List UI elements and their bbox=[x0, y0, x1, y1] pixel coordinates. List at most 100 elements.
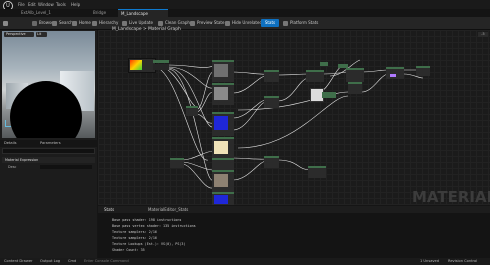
wire bbox=[151, 65, 209, 161]
details-search-input[interactable] bbox=[2, 148, 95, 154]
wire bbox=[361, 69, 389, 73]
breadcrumb-current: Material Graph bbox=[148, 27, 181, 32]
stats-source: MaterialEditor_Stats bbox=[148, 207, 189, 212]
category-header[interactable]: Material Expression bbox=[2, 157, 95, 163]
axis-gizmo-icon bbox=[5, 120, 11, 127]
unsaved-indicator[interactable]: 1 Unsaved bbox=[420, 258, 439, 265]
tab-details[interactable]: Details bbox=[4, 140, 16, 147]
home-button[interactable]: Home bbox=[72, 19, 91, 27]
wire bbox=[277, 159, 311, 171]
stats-line: Base pass shader: 198 instructions bbox=[112, 218, 182, 222]
preview-viewport[interactable] bbox=[2, 31, 95, 138]
menu-file[interactable]: File bbox=[18, 2, 25, 7]
wire bbox=[232, 71, 267, 75]
output-log-button[interactable]: Output Log bbox=[40, 258, 60, 265]
texture-preview bbox=[214, 64, 228, 77]
property-value-field[interactable] bbox=[40, 165, 92, 169]
stats-button[interactable]: Stats bbox=[261, 19, 279, 27]
menu-help[interactable]: Help bbox=[71, 2, 80, 7]
browse-button[interactable]: Browse bbox=[32, 19, 54, 27]
wire bbox=[232, 75, 267, 94]
pin-icon bbox=[390, 74, 396, 77]
clean-graph-label: Clean Graph bbox=[165, 20, 190, 25]
wire bbox=[167, 64, 214, 68]
live-update-icon bbox=[122, 20, 127, 26]
hierarchy-label: Hierarchy bbox=[99, 20, 119, 25]
tab-m-landscape[interactable]: M_Landscape bbox=[118, 9, 168, 17]
viewport-lit-button[interactable]: Lit bbox=[36, 32, 47, 37]
tab-bridge[interactable]: Bridge bbox=[90, 9, 109, 17]
content-drawer-button[interactable]: Content Drawer bbox=[4, 258, 33, 265]
material-graph-canvas[interactable]: -5 bbox=[98, 30, 490, 205]
hide-unrelated-button[interactable]: Hide Unrelated bbox=[225, 19, 262, 27]
lerp-node[interactable] bbox=[264, 156, 279, 168]
platform-stats-button[interactable]: Platform Stats bbox=[283, 19, 318, 27]
search-icon bbox=[52, 20, 57, 26]
stats-line: Shader Count: 35 bbox=[112, 248, 145, 252]
param-node[interactable] bbox=[153, 64, 169, 70]
param-node[interactable] bbox=[322, 92, 336, 98]
tab-bar bbox=[0, 9, 490, 17]
save-button[interactable] bbox=[3, 19, 10, 27]
preview-state-button[interactable]: Preview State bbox=[190, 19, 224, 27]
preview-state-label: Preview State bbox=[197, 20, 225, 25]
stats-title[interactable]: Stats bbox=[104, 207, 114, 213]
multiply-node[interactable] bbox=[170, 158, 184, 168]
texture-preview bbox=[214, 87, 228, 100]
menu-window[interactable]: Window bbox=[38, 2, 54, 7]
stats-line: Texture samplers: 2/16 bbox=[112, 230, 157, 234]
viewport-mode-button[interactable]: Perspective bbox=[4, 32, 34, 37]
zoom-label: -5 bbox=[478, 32, 488, 37]
output-node[interactable] bbox=[416, 66, 430, 76]
tab-level[interactable]: ExtAlb_Level_1 bbox=[18, 9, 54, 17]
lerp-node[interactable] bbox=[264, 70, 279, 82]
cmd-button[interactable]: Cmd bbox=[68, 258, 76, 265]
save-icon bbox=[3, 20, 8, 26]
param-node[interactable] bbox=[212, 158, 234, 170]
search-button[interactable]: Search bbox=[52, 19, 73, 27]
reroute-node[interactable] bbox=[320, 62, 328, 66]
search-label: Search bbox=[59, 20, 73, 25]
hierarchy-icon bbox=[92, 20, 97, 26]
param-node[interactable] bbox=[348, 82, 362, 94]
hide-unrelated-label: Hide Unrelated bbox=[232, 20, 263, 25]
texture-preview bbox=[130, 60, 142, 70]
menu-edit[interactable]: Edit bbox=[28, 2, 36, 7]
wire bbox=[195, 113, 214, 124]
clean-graph-icon bbox=[158, 20, 163, 26]
normal-texture-preview bbox=[214, 195, 228, 204]
node-header bbox=[153, 60, 169, 63]
graph-watermark: MATERIAL bbox=[412, 188, 490, 206]
console-input[interactable]: Enter Console Command bbox=[84, 258, 129, 265]
platform-stats-label: Platform Stats bbox=[290, 20, 319, 25]
wire bbox=[151, 63, 199, 109]
wire bbox=[181, 150, 214, 161]
texture-preview bbox=[214, 174, 228, 187]
breadcrumb-root[interactable]: M_Landscape bbox=[112, 27, 142, 32]
stats-line: Base pass vertex shader: 135 instruction… bbox=[112, 224, 196, 228]
breadcrumb: M_Landscape > Material Graph bbox=[112, 26, 181, 34]
blend-node[interactable] bbox=[308, 166, 326, 178]
reroute-node[interactable] bbox=[338, 64, 348, 68]
multiply-node[interactable] bbox=[186, 106, 198, 116]
stats-line: Texture Lookups (Est.): VS(0), PS(3) bbox=[112, 242, 186, 246]
make-material-node[interactable] bbox=[386, 67, 404, 79]
revision-control-button[interactable]: Revision Control bbox=[448, 258, 477, 265]
menu-tools[interactable]: Tools bbox=[56, 2, 66, 7]
platform-stats-icon bbox=[283, 20, 288, 26]
lerp-node[interactable] bbox=[264, 96, 279, 108]
home-label: Home bbox=[79, 20, 91, 25]
folder-icon bbox=[32, 20, 37, 26]
preview-state-icon bbox=[190, 20, 195, 26]
graph-wires bbox=[151, 59, 428, 189]
wire bbox=[232, 160, 267, 181]
wire bbox=[232, 157, 267, 160]
wire bbox=[181, 161, 214, 171]
tab-parameters[interactable]: Parameters bbox=[40, 140, 61, 147]
hide-unrelated-icon bbox=[225, 20, 230, 26]
blend-node[interactable] bbox=[346, 68, 364, 82]
blend-node[interactable] bbox=[306, 70, 324, 82]
texture-preview bbox=[214, 141, 228, 154]
breadcrumb-separator: > bbox=[142, 27, 147, 32]
live-update-label: Live Update bbox=[129, 20, 153, 25]
